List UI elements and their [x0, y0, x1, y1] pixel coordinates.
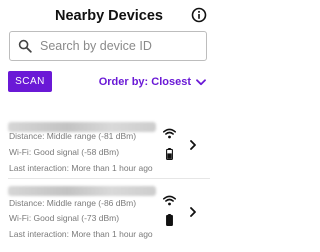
chevron-down-icon: [196, 78, 206, 85]
device-wifi: Wi-Fi: Good signal (-58 dBm): [9, 147, 120, 157]
chevron-right-icon[interactable]: [190, 207, 196, 217]
wifi-icon: [163, 195, 176, 206]
info-icon[interactable]: [191, 7, 207, 23]
page-title: Nearby Devices: [54, 8, 163, 24]
battery-full-icon: [166, 214, 173, 226]
device-name-redacted: [8, 186, 156, 196]
scan-button[interactable]: SCAN: [8, 71, 52, 92]
search-icon: [18, 39, 32, 53]
order-by-dropdown[interactable]: Order by: Closest: [99, 76, 206, 88]
device-list-item[interactable]: Distance: Middle range (-86 dBm) Wi-Fi: …: [0, 180, 218, 242]
chevron-right-icon[interactable]: [190, 140, 196, 150]
device-distance: Distance: Middle range (-81 dBm): [9, 131, 137, 141]
battery-half-icon: [166, 148, 173, 160]
wifi-icon: [163, 128, 176, 139]
search-input[interactable]: [40, 36, 200, 56]
device-last-interaction: Last interaction: More than 1 hour ago: [9, 163, 153, 173]
app-header: Nearby Devices: [0, 0, 218, 34]
device-last-interaction: Last interaction: More than 1 hour ago: [9, 229, 153, 239]
device-wifi: Wi-Fi: Good signal (-73 dBm): [9, 213, 120, 223]
device-distance: Distance: Middle range (-86 dBm): [9, 198, 137, 208]
divider: [8, 178, 210, 179]
device-list-item[interactable]: Distance: Middle range (-81 dBm) Wi-Fi: …: [0, 116, 218, 178]
order-by-label: Order by: Closest: [98, 76, 191, 88]
search-box[interactable]: [9, 31, 207, 61]
